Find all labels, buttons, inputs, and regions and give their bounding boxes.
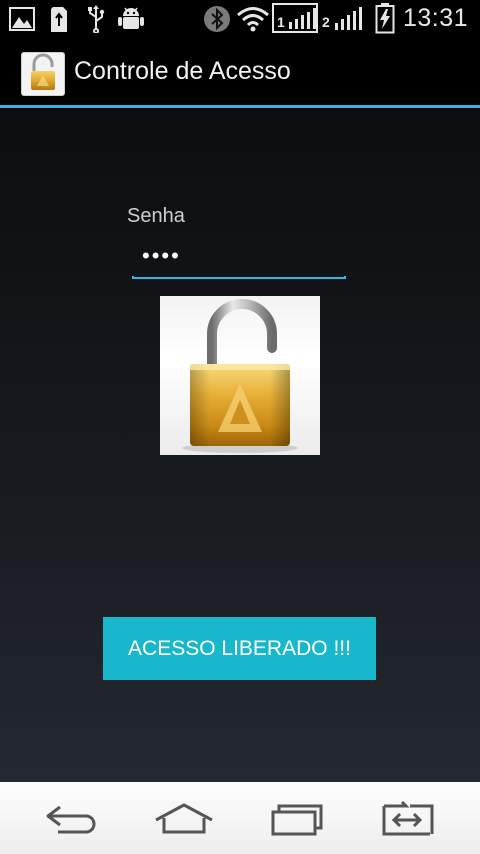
home-icon[interactable] <box>154 800 214 838</box>
sd-card-icon <box>51 7 67 32</box>
wifi-icon <box>237 7 269 32</box>
password-field-underline <box>132 276 346 279</box>
padlock-icon[interactable] <box>21 52 65 96</box>
bluetooth-icon <box>204 6 230 32</box>
password-field[interactable]: •••• <box>132 237 346 279</box>
image-icon <box>9 7 35 31</box>
android-debug-icon <box>118 7 144 29</box>
status-time: 13:31 <box>402 4 468 32</box>
app-title: Controle de Acesso <box>74 57 291 85</box>
navigation-bar <box>0 782 480 854</box>
action-bar: Controle de Acesso <box>0 37 480 108</box>
action-bar-divider <box>0 105 480 108</box>
back-icon[interactable] <box>42 800 102 838</box>
password-label: Senha <box>127 205 185 227</box>
open-padlock-icon <box>160 296 320 455</box>
status-bar: 1 2 13:31 <box>0 0 480 37</box>
signal-sim1-icon: 1 <box>272 3 318 33</box>
battery-charging-icon <box>375 3 395 34</box>
recent-apps-icon[interactable] <box>267 800 327 838</box>
usb-icon <box>88 5 105 33</box>
access-granted-button[interactable]: ACESSO LIBERADO !!! <box>103 617 376 680</box>
password-value: •••• <box>142 243 181 268</box>
main-content: Senha •••• ACESSO LIBERADO !!! <box>0 109 480 782</box>
signal-sim2-icon: 2 <box>322 5 366 33</box>
sim1-label: 1 <box>277 14 285 30</box>
sim2-label: 2 <box>322 14 330 30</box>
dual-window-icon[interactable] <box>380 800 440 838</box>
